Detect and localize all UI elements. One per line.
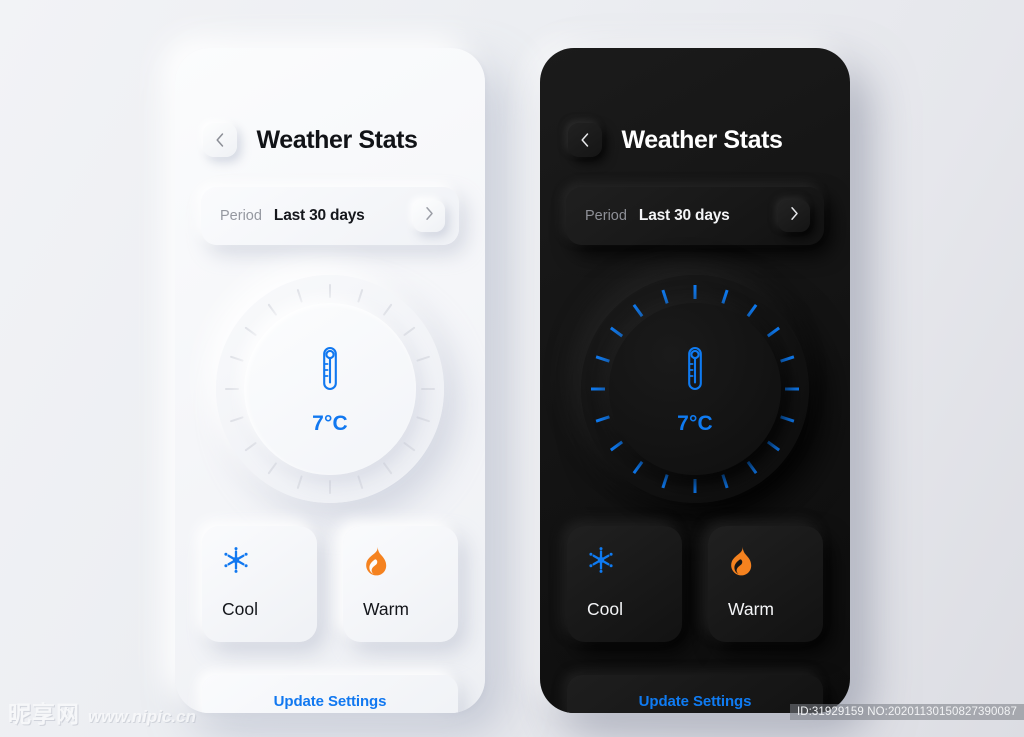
flame-icon [728,546,823,581]
period-next-button[interactable] [413,200,445,232]
mode-card-warm[interactable]: Warm [708,526,823,642]
mode-card-label: Warm [728,599,775,619]
mode-card-label: Cool [222,599,258,619]
flame-icon [363,546,458,581]
phone-mockup-dark: Weather Stats Period Last 30 days 7°C Co… [540,48,850,713]
temperature-dial-dark[interactable]: 7°C [540,262,850,516]
mode-card-group-light: Cool Warm [202,526,458,642]
dial-outer-ring: 7°C [581,275,809,503]
temperature-value: 7°C [312,411,348,435]
back-button[interactable] [568,123,602,157]
period-value: Last 30 days [273,207,365,224]
update-settings-button[interactable]: Update Settings [567,675,823,713]
mode-card-cool[interactable]: Cool [567,526,682,642]
screenshot-stage: Weather Stats Period Last 30 days 7°C Co… [0,0,1024,737]
mode-card-cool[interactable]: Cool [202,526,317,642]
watermark-brand: 昵享网 [8,701,80,727]
period-selector[interactable]: Period Last 30 days [201,187,459,245]
mode-card-label: Cool [587,599,623,619]
period-value: Last 30 days [638,207,730,224]
chevron-left-icon [214,132,226,148]
app-header-dark: Weather Stats [540,116,850,164]
mode-card-warm[interactable]: Warm [343,526,458,642]
phone-mockup-light: Weather Stats Period Last 30 days 7°C Co… [175,48,485,713]
temperature-value: 7°C [677,411,713,435]
dial-inner-face: 7°C [609,303,781,475]
mode-card-label: Warm [363,599,410,619]
dial-inner-face: 7°C [244,303,416,475]
period-label: Period [220,208,262,224]
dial-outer-ring: 7°C [216,275,444,503]
period-next-button[interactable] [778,200,810,232]
thermometer-icon [682,343,708,400]
thermometer-icon [317,343,343,400]
period-selector[interactable]: Period Last 30 days [566,187,824,245]
period-label: Period [585,208,627,224]
chevron-right-icon [789,206,800,226]
chevron-right-icon [424,206,435,226]
back-button[interactable] [203,123,237,157]
temperature-dial-light[interactable]: 7°C [175,262,485,516]
mode-card-group-dark: Cool Warm [567,526,823,642]
update-settings-button[interactable]: Update Settings [202,675,458,713]
snowflake-icon [587,546,682,579]
watermark-url: www.nipic.cn [88,707,196,726]
chevron-left-icon [579,132,591,148]
snowflake-icon [222,546,317,579]
site-watermark: 昵享网 www.nipic.cn [8,695,196,729]
app-header-light: Weather Stats [175,116,485,164]
